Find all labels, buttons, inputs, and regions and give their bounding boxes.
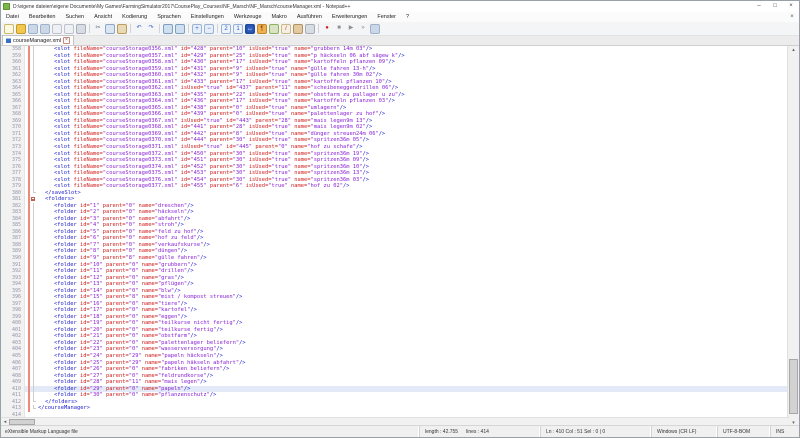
- menu-item-makro[interactable]: Makro: [267, 14, 292, 20]
- menu-item-fenster[interactable]: Fenster: [372, 14, 401, 20]
- status-lines: lines : 414: [466, 429, 489, 435]
- window-title: D:\eigene dateien\eigene Documente\My Ga…: [13, 4, 751, 10]
- record-macro-icon[interactable]: ●: [322, 24, 332, 34]
- code-editor[interactable]: 358<slot fileName="courseStorage0356.xml…: [1, 46, 789, 419]
- toolbar: ✂ ↶↷ +−21↔¶ / ●■▶»: [1, 22, 799, 36]
- tab-close-icon[interactable]: ×: [63, 37, 70, 44]
- redo-icon[interactable]: ↷: [146, 24, 156, 34]
- scroll-left-arrow-icon[interactable]: ◂: [1, 419, 9, 425]
- undo-icon[interactable]: ↶: [134, 24, 144, 34]
- status-doc-type: eXtensible Markup Language file: [1, 429, 419, 435]
- show-all-chars-icon[interactable]: ¶: [257, 24, 267, 34]
- open-folder-icon[interactable]: [16, 24, 26, 34]
- status-bar: eXtensible Markup Language file length :…: [1, 425, 800, 437]
- vertical-scrollbar[interactable]: ▴ ▾: [787, 46, 799, 427]
- copy-icon[interactable]: [105, 24, 115, 34]
- status-length-lines: length : 42.755 lines : 414: [419, 426, 540, 437]
- close-button[interactable]: ×: [783, 1, 799, 12]
- status-cursor-position: Ln : 410 Col : 51 Sel : 0 | 0: [540, 426, 651, 437]
- saved-floppy-icon: [6, 38, 11, 43]
- new-file-icon[interactable]: [4, 24, 14, 34]
- indent-guide-icon[interactable]: [269, 24, 279, 34]
- paste-icon[interactable]: [117, 24, 127, 34]
- menu-items: DateiBearbeitenSuchenAnsichtKodierungSpr…: [1, 14, 414, 20]
- vertical-scrollbar-thumb[interactable]: [789, 359, 798, 414]
- notepad-plus-plus-icon: [3, 3, 10, 10]
- stop-macro-icon[interactable]: ■: [334, 24, 344, 34]
- find-icon[interactable]: [163, 24, 173, 34]
- menu-item-ansicht[interactable]: Ansicht: [89, 14, 117, 20]
- menu-item-erweiterungen[interactable]: Erweiterungen: [327, 14, 372, 20]
- play-macro-icon[interactable]: ▶: [346, 24, 356, 34]
- function-list-icon[interactable]: [305, 24, 315, 34]
- notepad-plus-plus-window: D:\eigene dateien\eigene Documente\My Ga…: [0, 0, 800, 438]
- toolbar-separator: [130, 24, 131, 33]
- save-icon[interactable]: [28, 24, 38, 34]
- scroll-up-arrow-icon[interactable]: ▴: [788, 46, 799, 54]
- tab-coursemanager-xml[interactable]: courseManager.xml ×: [2, 35, 74, 45]
- replace-icon[interactable]: [175, 24, 185, 34]
- toolbar-separator: [89, 24, 90, 33]
- toolbar-separator: [318, 24, 319, 33]
- word-wrap-icon[interactable]: ↔: [245, 24, 255, 34]
- sync-horizontal-icon[interactable]: 1: [233, 24, 243, 34]
- menu-item-sprachen[interactable]: Sprachen: [152, 14, 186, 20]
- horizontal-scrollbar-thumb[interactable]: [9, 419, 35, 425]
- menu-item-ausfhren[interactable]: Ausführen: [292, 14, 327, 20]
- status-length: length : 42.755: [425, 429, 458, 435]
- cut-icon[interactable]: ✂: [93, 24, 103, 34]
- menu-item-suchen[interactable]: Suchen: [60, 14, 89, 20]
- run-macro-multiple-icon[interactable]: »: [358, 24, 368, 34]
- menu-item-werkzeuge[interactable]: Werkzeuge: [229, 14, 267, 20]
- menu-item-?[interactable]: ?: [401, 14, 414, 20]
- tab-label: courseManager.xml: [13, 38, 61, 44]
- horizontal-scrollbar[interactable]: ◂: [1, 417, 789, 425]
- close-all-icon[interactable]: [64, 24, 74, 34]
- status-insert-mode[interactable]: INS: [770, 426, 800, 437]
- toolbar-separator: [159, 24, 160, 33]
- maximize-button[interactable]: □: [767, 1, 783, 12]
- close-icon[interactable]: [52, 24, 62, 34]
- zoom-out-icon[interactable]: −: [204, 24, 214, 34]
- sync-vertical-icon[interactable]: 2: [221, 24, 231, 34]
- status-eol-format[interactable]: Windows (CR LF): [651, 426, 717, 437]
- menu-item-bearbeiten[interactable]: Bearbeiten: [24, 14, 61, 20]
- save-macro-icon[interactable]: [370, 24, 380, 34]
- menubar-close-icon[interactable]: ×: [785, 14, 799, 20]
- menu-bar: DateiBearbeitenSuchenAnsichtKodierungSpr…: [1, 12, 799, 22]
- tab-bar: courseManager.xml ×: [1, 36, 799, 46]
- user-language-icon[interactable]: /: [281, 24, 291, 34]
- print-icon[interactable]: [76, 24, 86, 34]
- zoom-in-icon[interactable]: +: [192, 24, 202, 34]
- menu-item-kodierung[interactable]: Kodierung: [117, 14, 152, 20]
- toolbar-separator: [217, 24, 218, 33]
- save-all-icon[interactable]: [40, 24, 50, 34]
- doc-map-icon[interactable]: [293, 24, 303, 34]
- menu-item-einstellungen[interactable]: Einstellungen: [186, 14, 229, 20]
- minimize-button[interactable]: –: [751, 1, 767, 12]
- toolbar-separator: [188, 24, 189, 33]
- menu-item-datei[interactable]: Datei: [1, 14, 24, 20]
- title-bar: D:\eigene dateien\eigene Documente\My Ga…: [1, 1, 799, 12]
- status-encoding[interactable]: UTF-8-BOM: [717, 426, 770, 437]
